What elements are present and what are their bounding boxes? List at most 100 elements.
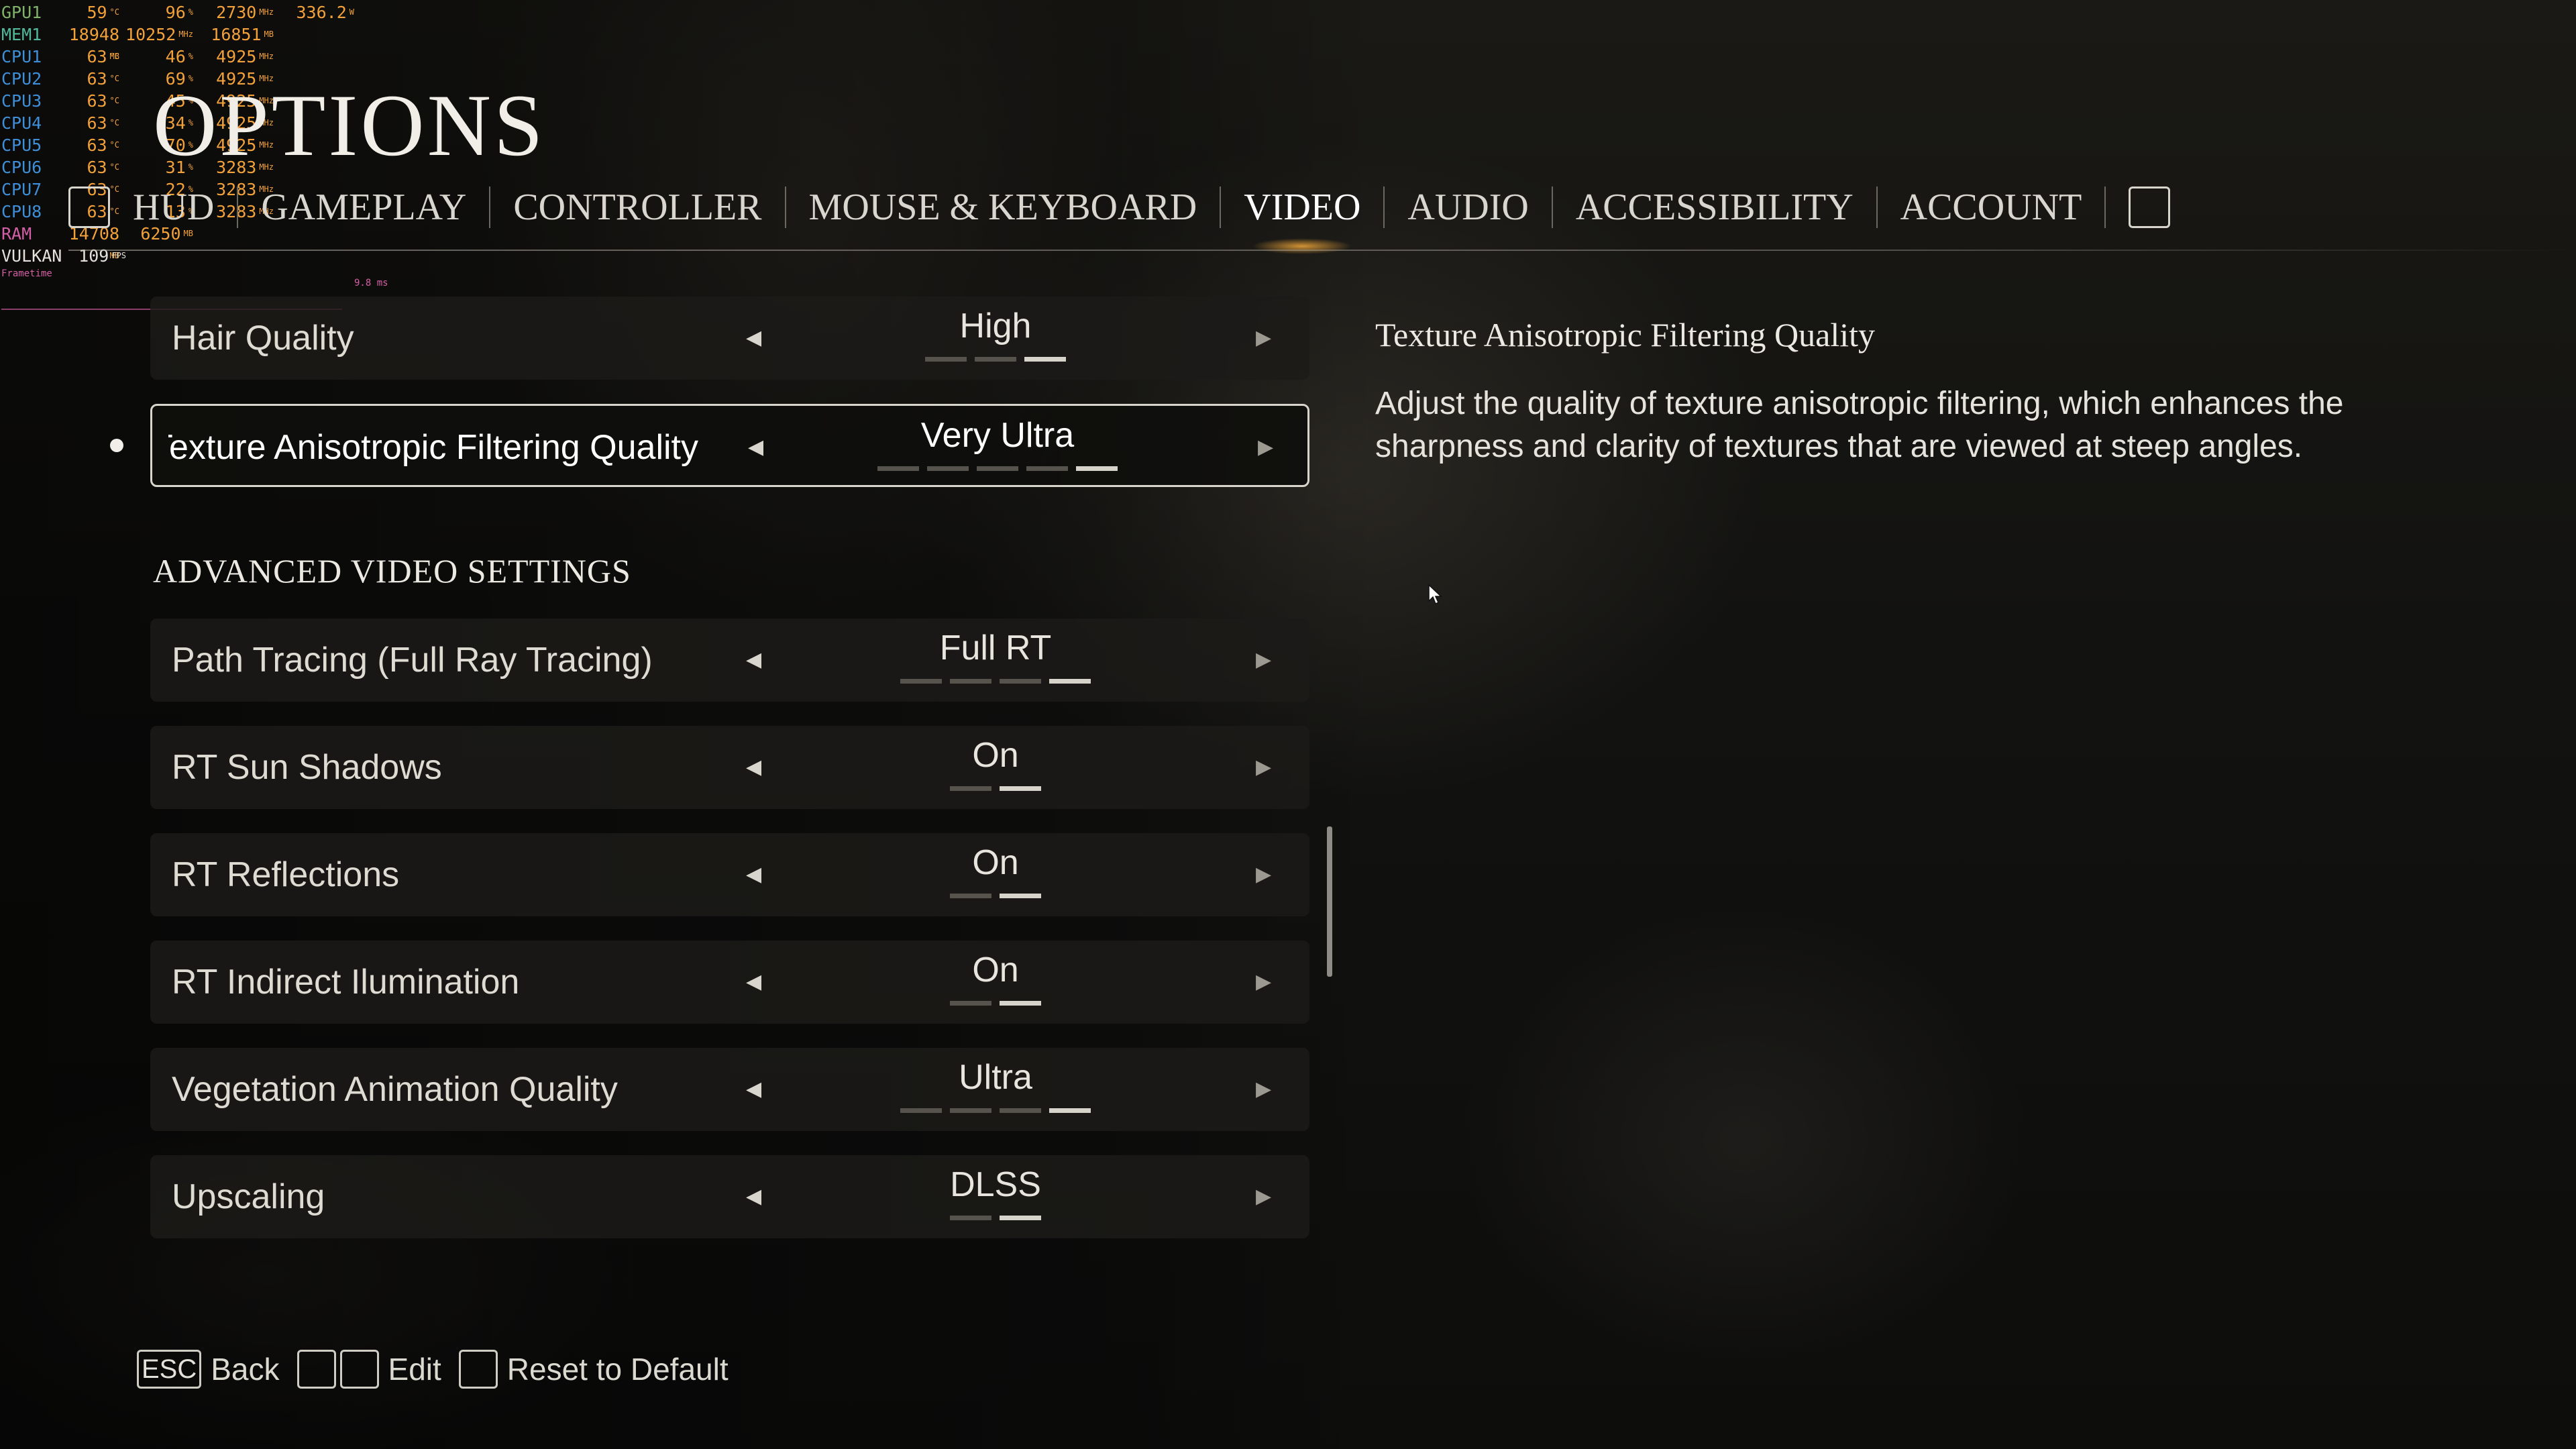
osd-unit: W (349, 7, 354, 17)
setting-label: Upscaling (172, 1177, 325, 1216)
left-bumper-key-icon[interactable] (68, 186, 110, 228)
osd-value: 16851 MB (211, 25, 274, 44)
tab-hud[interactable]: HUD (110, 186, 237, 229)
level-bar (1076, 466, 1118, 471)
osd-row: MEM1 18948MB 10252 MHz 16851 MB (1, 23, 354, 61)
arrow-right-icon[interactable]: ▶ (1256, 833, 1271, 916)
osd-value: 2730 MHz (216, 3, 274, 22)
level-indicator (821, 786, 1170, 791)
setting-row-path-tracing[interactable]: Path Tracing (Full Ray Tracing) ◀ Full R… (150, 619, 1309, 702)
level-bar (1026, 466, 1068, 471)
level-bar (950, 1001, 991, 1006)
edit-key-icon[interactable] (339, 1350, 379, 1389)
arrow-left-icon[interactable]: ◀ (746, 1155, 761, 1238)
arrow-right-icon[interactable]: ▶ (1256, 297, 1271, 380)
osd-value: 4925 MHz (216, 47, 274, 66)
edit-label[interactable]: Edit (388, 1351, 441, 1387)
setting-row-hair-quality[interactable]: Hair Quality ◀ High ▶ (150, 297, 1309, 380)
arrow-left-icon[interactable]: ◀ (746, 619, 761, 702)
page-title: OPTIONS (153, 76, 546, 174)
level-bar (925, 357, 967, 362)
reset-label[interactable]: Reset to Default (507, 1351, 729, 1387)
setting-value: On (972, 843, 1019, 882)
right-bumper-key-icon[interactable] (2129, 186, 2171, 228)
level-indicator (821, 357, 1170, 362)
setting-row-texture-anisotropic-filtering[interactable]: Texture Anisotropic Filtering Quality ◀ … (150, 404, 1309, 487)
osd-value: 10252 MHz (125, 25, 193, 44)
esc-key-icon[interactable]: ESC (137, 1350, 202, 1389)
level-bar (950, 1108, 991, 1113)
osd-value: 63 °C (87, 69, 119, 89)
level-bar (950, 786, 991, 791)
level-bar (900, 1108, 942, 1113)
osd-unit: % (188, 7, 193, 17)
setting-value: Full RT (939, 629, 1052, 667)
setting-value: Ultra (959, 1058, 1032, 1097)
setting-label: Texture Anisotropic Filtering Quality (168, 428, 698, 467)
arrow-right-icon[interactable]: ▶ (1256, 726, 1271, 809)
tab-gameplay[interactable]: GAMEPLAY (238, 186, 489, 229)
setting-label: Path Tracing (Full Ray Tracing) (172, 641, 653, 680)
arrow-left-icon[interactable]: ◀ (746, 297, 761, 380)
osd-label: VULKAN (1, 246, 62, 266)
arrow-right-icon[interactable]: ▶ (1256, 619, 1271, 702)
level-bar (900, 679, 942, 684)
osd-value: 63 °C (87, 136, 119, 155)
setting-label: RT Reflections (172, 855, 400, 894)
level-bar (950, 1216, 991, 1220)
osd-row: GPU1 59 °C 96% 2730 MHz 336.2 W (1, 1, 354, 23)
setting-row-rt-indirect-illumination[interactable]: RT Indirect Ilumination ◀ On ▶ (150, 941, 1309, 1024)
osd-label: RAM (1, 224, 32, 244)
tab-accessibility[interactable]: ACCESSIBILITY (1553, 186, 1876, 229)
reset-key-icon[interactable] (458, 1350, 498, 1389)
level-bar (1000, 1108, 1041, 1113)
setting-row-upscaling[interactable]: Upscaling ◀ DLSS ▶ (150, 1155, 1309, 1238)
arrow-right-icon[interactable]: ▶ (1258, 406, 1273, 489)
mouse-pointer-icon (1428, 584, 1442, 605)
osd-label: GPU1 (1, 3, 42, 22)
osd-unit: MHz (178, 30, 193, 39)
osd-unit: MB (264, 30, 274, 39)
setting-label: RT Sun Shadows (172, 748, 442, 787)
arrow-right-icon[interactable]: ▶ (1256, 1048, 1271, 1131)
back-label[interactable]: Back (211, 1351, 279, 1387)
osd-value: 63 °C (87, 158, 119, 177)
setting-row-rt-sun-shadows[interactable]: RT Sun Shadows ◀ On ▶ (150, 726, 1309, 809)
level-indicator (821, 1108, 1170, 1113)
level-bar (950, 679, 991, 684)
tab-audio[interactable]: AUDIO (1385, 186, 1551, 229)
edit-key-icon[interactable] (297, 1350, 336, 1389)
arrow-left-icon[interactable]: ◀ (746, 941, 761, 1024)
setting-label: Hair Quality (172, 319, 354, 358)
arrow-right-icon[interactable]: ▶ (1256, 941, 1271, 1024)
osd-unit: °C (109, 74, 119, 83)
setting-row-vegetation-animation[interactable]: Vegetation Animation Quality ◀ Ultra ▶ (150, 1048, 1309, 1131)
tab-account[interactable]: ACCOUNT (1878, 186, 2105, 229)
arrow-left-icon[interactable]: ◀ (748, 406, 763, 489)
osd-unit: % (188, 52, 193, 61)
setting-label: RT Indirect Ilumination (172, 963, 520, 1002)
osd-row: VULKAN 109 FPS (1, 245, 354, 267)
osd-label: CPU5 (1, 136, 42, 155)
tab-controller[interactable]: CONTROLLER (490, 186, 784, 229)
section-heading-advanced-video: ADVANCED VIDEO SETTINGS (153, 552, 631, 590)
tab-bar: HUD GAMEPLAY CONTROLLER MOUSE & KEYBOARD… (68, 180, 2171, 235)
level-bar (1000, 1216, 1041, 1220)
tab-video[interactable]: VIDEO (1221, 186, 1383, 229)
osd-label: CPU8 (1, 202, 42, 221)
level-bar (977, 466, 1018, 471)
setting-row-rt-reflections[interactable]: RT Reflections ◀ On ▶ (150, 833, 1309, 916)
arrow-right-icon[interactable]: ▶ (1256, 1155, 1271, 1238)
tab-mouse-keyboard[interactable]: MOUSE & KEYBOARD (786, 186, 1220, 229)
arrow-left-icon[interactable]: ◀ (746, 726, 761, 809)
level-bar (1000, 894, 1041, 898)
osd-unit: °C (109, 7, 119, 17)
settings-scrollbar[interactable] (1327, 826, 1332, 977)
arrow-left-icon[interactable]: ◀ (746, 1048, 761, 1131)
setting-value: On (972, 736, 1019, 775)
osd-value: 63 °C (87, 113, 119, 133)
osd-value: 96% (165, 3, 193, 22)
arrow-left-icon[interactable]: ◀ (746, 833, 761, 916)
osd-label: CPU7 (1, 180, 42, 199)
osd-value: 63 °C (87, 47, 119, 66)
